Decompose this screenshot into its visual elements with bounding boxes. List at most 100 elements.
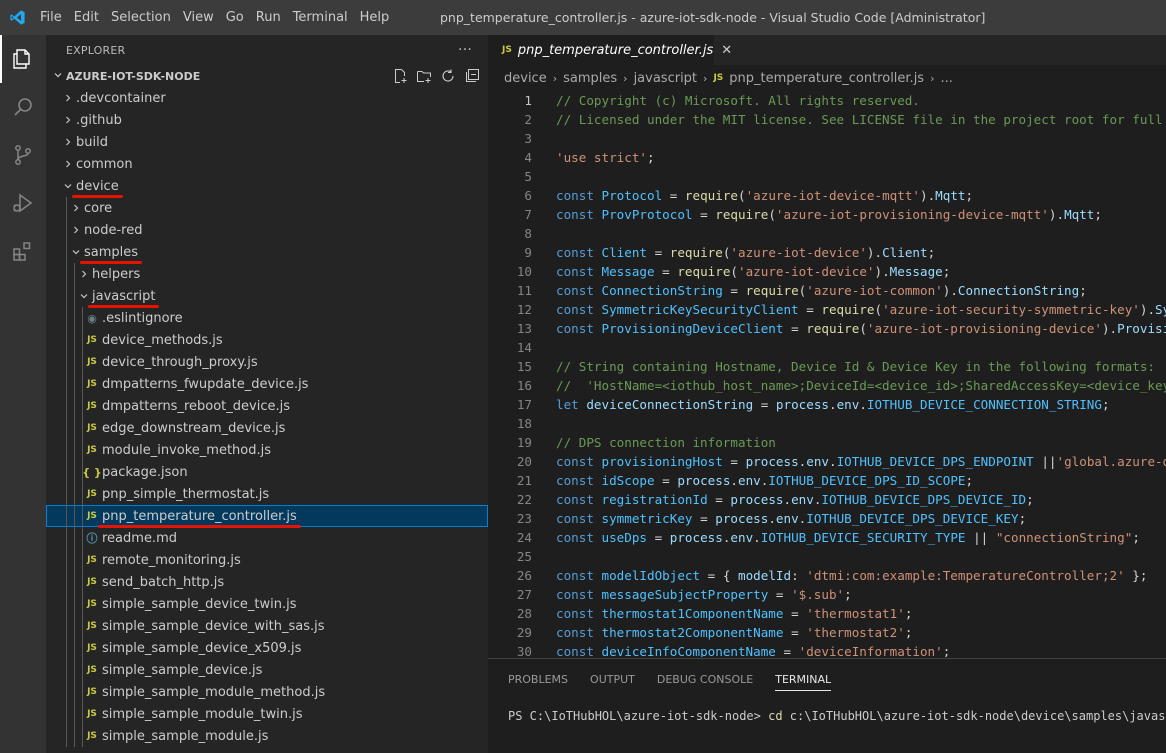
search-icon[interactable] bbox=[0, 83, 46, 131]
file-item[interactable]: ⓘ readme.md bbox=[46, 527, 488, 549]
source-control-icon[interactable] bbox=[0, 131, 46, 179]
file-item[interactable]: ◉ .eslintignore bbox=[46, 307, 488, 329]
folder-item[interactable]: node-red bbox=[46, 219, 488, 241]
code-token: : bbox=[791, 568, 807, 583]
panel-tabs: PROBLEMS OUTPUT DEBUG CONSOLE TERMINAL bbox=[488, 659, 1166, 699]
new-folder-icon[interactable] bbox=[416, 68, 432, 84]
file-item[interactable]: JS simple_sample_device.js bbox=[46, 659, 488, 681]
code-token: = bbox=[722, 454, 746, 469]
line-number: 10 bbox=[516, 264, 532, 279]
line-number: 29 bbox=[516, 625, 532, 640]
folder-item[interactable]: device bbox=[46, 175, 488, 198]
file-item[interactable]: JS simple_sample_device_with_sas.js bbox=[46, 615, 488, 637]
code-token: ). bbox=[874, 264, 890, 279]
file-item[interactable]: JS simple_sample_module_method.js bbox=[46, 681, 488, 703]
terminal-output[interactable]: PS C:\IoTHubHOL\azure-iot-sdk-node> cd c… bbox=[488, 709, 1166, 723]
code-token: const bbox=[556, 625, 602, 640]
line-number: 15 bbox=[516, 359, 532, 374]
folder-item[interactable]: common bbox=[46, 153, 488, 175]
line-text: const symmetricKey = process.env.IOTHUB_… bbox=[532, 509, 1026, 528]
menu-help[interactable]: Help bbox=[354, 0, 396, 35]
breadcrumb-symbol[interactable]: ... bbox=[940, 71, 952, 86]
breadcrumb-samples[interactable]: samples bbox=[563, 71, 617, 86]
code-line: 7 const ProvProtocol = require('azure-iot… bbox=[488, 205, 1166, 224]
indent-guide bbox=[74, 549, 75, 571]
tab-debug-console[interactable]: DEBUG CONSOLE bbox=[657, 659, 753, 699]
close-icon[interactable]: ✕ bbox=[721, 43, 732, 58]
run-debug-icon[interactable] bbox=[0, 179, 46, 227]
file-item[interactable]: JS device_through_proxy.js bbox=[46, 351, 488, 373]
refresh-icon[interactable] bbox=[440, 68, 456, 84]
file-item[interactable]: JS simple_sample_module.js bbox=[46, 725, 488, 747]
file-item[interactable]: JS remote_monitoring.js bbox=[46, 549, 488, 571]
file-item[interactable]: JS pnp_temperature_controller.js bbox=[46, 505, 488, 528]
menu-edit[interactable]: Edit bbox=[68, 0, 105, 35]
file-item[interactable]: JS send_batch_http.js bbox=[46, 571, 488, 593]
code-token: // Copyright (c) Microsoft. All rights r… bbox=[556, 93, 920, 108]
js-file-icon: JS bbox=[87, 445, 97, 455]
tab-label: pnp_temperature_controller.js bbox=[517, 42, 714, 58]
menu-run[interactable]: Run bbox=[250, 0, 287, 35]
js-file-icon: JS bbox=[502, 45, 512, 55]
new-file-icon[interactable] bbox=[392, 68, 408, 84]
extensions-icon[interactable] bbox=[0, 227, 46, 275]
line-text: // 'HostName=<iothub_host_name>;DeviceId… bbox=[532, 376, 1166, 395]
file-item[interactable]: JS simple_sample_module_twin.js bbox=[46, 703, 488, 725]
menu-file[interactable]: File bbox=[34, 0, 68, 35]
explorer-icon[interactable] bbox=[0, 35, 46, 83]
file-item[interactable]: JS module_invoke_method.js bbox=[46, 439, 488, 461]
file-item[interactable]: JS device_methods.js bbox=[46, 329, 488, 351]
code-token: ; bbox=[1018, 511, 1027, 526]
code-token: 'azure-iot-provisioning-device' bbox=[866, 321, 1102, 336]
folder-item[interactable]: javascript bbox=[46, 285, 488, 308]
js-file-icon: JS bbox=[87, 401, 97, 411]
folder-item[interactable]: samples bbox=[46, 241, 488, 264]
breadcrumb-javascript[interactable]: javascript bbox=[634, 71, 697, 86]
code-line: 28 const thermostat1ComponentName = 'ther… bbox=[488, 604, 1166, 623]
code-line: 11 const ConnectionString = require('azur… bbox=[488, 281, 1166, 300]
menu-view[interactable]: View bbox=[177, 0, 220, 35]
tree-item-label: edge_downstream_device.js bbox=[102, 420, 286, 436]
tab-output[interactable]: OUTPUT bbox=[590, 659, 635, 699]
line-text: const ConnectionString = require('azure-… bbox=[532, 281, 1087, 300]
code-token: require bbox=[677, 264, 731, 279]
folder-item[interactable]: .devcontainer bbox=[46, 87, 488, 109]
code-token: env bbox=[730, 530, 754, 545]
tree-item-label: device_through_proxy.js bbox=[102, 354, 258, 370]
tab-pnp-temperature-controller[interactable]: JS pnp_temperature_controller.js ✕ bbox=[488, 35, 732, 65]
code-token: 'azure-iot-device' bbox=[738, 264, 875, 279]
indent-guide bbox=[74, 263, 75, 285]
indent-guide bbox=[74, 417, 75, 439]
file-item[interactable]: JS edge_downstream_device.js bbox=[46, 417, 488, 439]
file-item[interactable]: JS simple_sample_device_twin.js bbox=[46, 593, 488, 615]
folder-item[interactable]: helpers bbox=[46, 263, 488, 285]
file-item[interactable]: JS dmpatterns_reboot_device.js bbox=[46, 395, 488, 417]
tab-problems[interactable]: PROBLEMS bbox=[508, 659, 568, 699]
collapse-all-icon[interactable] bbox=[464, 68, 480, 84]
file-item[interactable]: JS dmpatterns_fwupdate_device.js bbox=[46, 373, 488, 395]
file-item[interactable]: JS simple_sample_device_x509.js bbox=[46, 637, 488, 659]
folder-item[interactable]: core bbox=[46, 197, 488, 219]
tab-terminal[interactable]: TERMINAL bbox=[775, 659, 831, 699]
breadcrumb-device[interactable]: device bbox=[504, 71, 547, 86]
more-actions-icon[interactable]: ··· bbox=[458, 42, 472, 58]
menu-terminal[interactable]: Terminal bbox=[287, 0, 354, 35]
line-number: 21 bbox=[516, 473, 532, 488]
code-token: ). bbox=[1048, 207, 1065, 222]
indent-guide bbox=[82, 505, 83, 527]
breadcrumb-file[interactable]: pnp_temperature_controller.js bbox=[729, 71, 924, 86]
code-token: = bbox=[647, 245, 670, 260]
code-editor[interactable]: 1 // Copyright (c) Microsoft. All rights … bbox=[488, 91, 1166, 657]
code-token: 'use strict' bbox=[556, 150, 647, 165]
workspace-section[interactable]: AZURE-IOT-SDK-NODE bbox=[46, 65, 488, 87]
folder-item[interactable]: build bbox=[46, 131, 488, 153]
folder-item[interactable]: .github bbox=[46, 109, 488, 131]
line-text: const registrationId = process.env.IOTHU… bbox=[532, 490, 1034, 509]
code-line: 25 bbox=[488, 547, 1166, 566]
file-item[interactable]: JS pnp_simple_thermostat.js bbox=[46, 483, 488, 505]
menu-go[interactable]: Go bbox=[220, 0, 250, 35]
menu-selection[interactable]: Selection bbox=[105, 0, 177, 35]
chevron-right-icon bbox=[68, 203, 84, 213]
line-text: const SymmetricKeySecurityClient = requi… bbox=[532, 300, 1166, 319]
file-item[interactable]: { } package.json bbox=[46, 461, 488, 483]
